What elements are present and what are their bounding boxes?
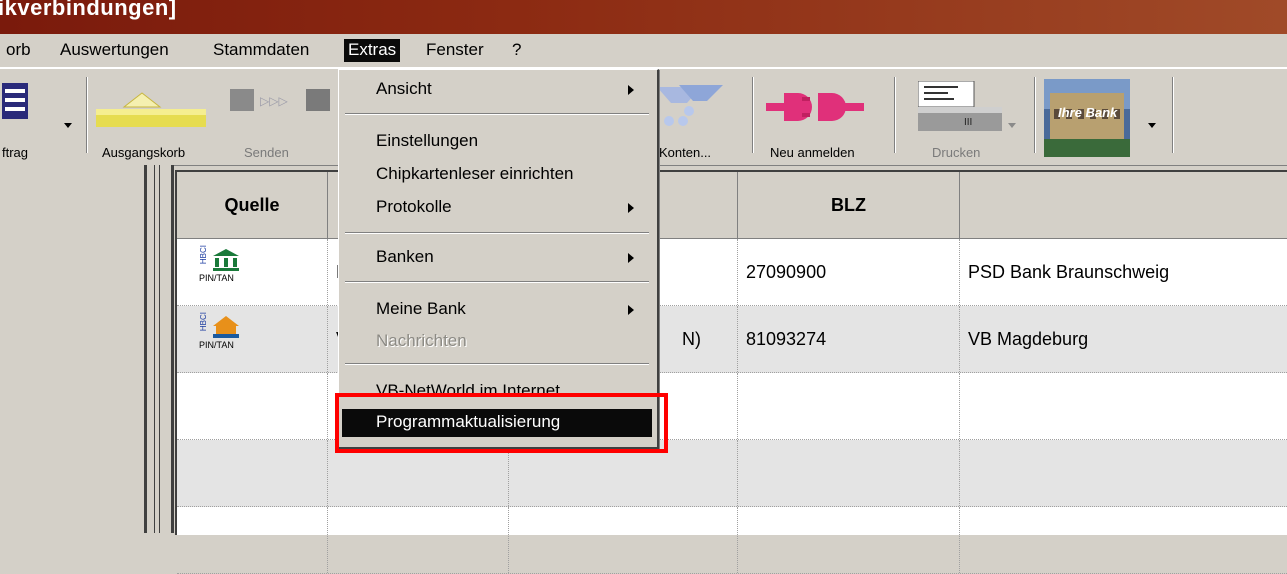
source-cell: HBCI PIN/TAN <box>177 239 328 305</box>
menu-item-nachrichten: Nachrichten <box>342 330 652 354</box>
bank-button[interactable]: Ihre Bank <box>1040 75 1170 159</box>
blz-cell: 81093274 <box>738 306 960 372</box>
bank-name-cell <box>960 440 1287 506</box>
blz-cell: 27090900 <box>738 239 960 305</box>
submenu-arrow-icon <box>628 253 634 263</box>
bank-icon <box>213 249 239 271</box>
menu-item-meine-bank[interactable]: Meine Bank <box>342 298 652 322</box>
menu-item-protokolle[interactable]: Protokolle <box>342 196 652 220</box>
bank-logo-text: Ihre Bank <box>1058 105 1118 120</box>
column-header-bank[interactable] <box>960 172 1287 238</box>
hbci-label: HBCI <box>199 312 208 332</box>
left-pane <box>0 165 148 533</box>
svg-text:III: III <box>964 117 972 128</box>
toolbar-separator <box>1172 77 1174 153</box>
printer-icon: III <box>918 81 1002 131</box>
blz-cell <box>738 440 960 506</box>
menu-separator <box>345 232 649 234</box>
pintan-label: PIN/TAN <box>199 273 234 283</box>
menu-help[interactable]: ? <box>508 39 525 62</box>
ausgangskorb-button[interactable]: Ausgangskorb <box>96 75 208 160</box>
auftrag-label: ftrag <box>2 145 29 160</box>
menu-item-label: Chipkartenleser einrichten <box>376 164 574 183</box>
svg-text:▷▷▷: ▷▷▷ <box>260 94 288 108</box>
menu-item-label: Nachrichten <box>376 331 467 350</box>
chevron-down-icon[interactable] <box>64 123 72 128</box>
menu-item-einstellungen[interactable]: Einstellungen <box>342 130 652 154</box>
source-cell <box>177 440 328 506</box>
toolbar-separator <box>86 77 88 153</box>
list-icon <box>2 83 28 119</box>
accounts-icon <box>657 85 723 126</box>
chevron-down-icon[interactable] <box>1008 123 1016 128</box>
drucken-label: Drucken <box>932 145 981 160</box>
submenu-arrow-icon <box>628 203 634 213</box>
menu-item-label: Protokolle <box>376 197 452 216</box>
send-icon: ▷▷▷ <box>230 89 330 111</box>
submenu-arrow-icon <box>628 305 634 315</box>
menu-auswertungen[interactable]: Auswertungen <box>56 39 173 62</box>
konten-label: Konten... <box>659 145 712 160</box>
menu-item-banken[interactable]: Banken <box>342 246 652 270</box>
source-cell <box>177 373 328 439</box>
blz-cell <box>738 373 960 439</box>
neu-anmelden-label: Neu anmelden <box>770 145 855 160</box>
column-header-quelle[interactable]: Quelle <box>177 172 328 238</box>
drucken-button[interactable]: III Drucken <box>906 75 1030 160</box>
menu-separator <box>345 363 649 365</box>
table-row[interactable] <box>177 507 1287 574</box>
column-header-blz[interactable]: BLZ <box>738 172 960 238</box>
toolbar-separator <box>894 77 896 153</box>
menu-item-label: Banken <box>376 247 434 266</box>
senden-button[interactable]: ▷▷▷ Senden <box>214 75 334 160</box>
outbox-icon <box>96 92 206 127</box>
chevron-down-icon[interactable] <box>1148 123 1156 128</box>
auftrag-button[interactable]: ftrag <box>0 75 80 160</box>
konten-button[interactable]: Konten... <box>657 75 749 160</box>
menu-extras[interactable]: Extras <box>344 39 401 62</box>
source-cell: HBCI PIN/TAN <box>177 306 328 372</box>
menu-item-label: Einstellungen <box>376 131 479 150</box>
menu-separator <box>345 281 649 283</box>
bank-name-cell <box>960 507 1287 573</box>
bank-name-cell <box>960 373 1287 439</box>
menu-korb[interactable]: orb <box>2 39 35 62</box>
blz-cell <box>738 507 960 573</box>
pintan-label: PIN/TAN <box>199 340 234 350</box>
senden-label: Senden <box>244 145 289 160</box>
window-title: ikverbindungen] <box>0 0 177 20</box>
bank-name-cell: PSD Bank Braunschweig <box>968 261 1170 282</box>
account-cell <box>509 507 738 573</box>
neu-anmelden-button[interactable]: Neu anmelden <box>760 75 880 160</box>
menu-item-label: Ansicht <box>376 79 432 98</box>
menu-item-ansicht[interactable]: Ansicht <box>342 78 652 102</box>
menu-bar: orb Auswertungen Stammdaten Extras Fenst… <box>0 34 1287 68</box>
toolbar-separator <box>1034 77 1036 153</box>
toolbar-separator <box>752 77 754 153</box>
house-icon <box>213 316 239 338</box>
menu-item-chipkartenleser[interactable]: Chipkartenleser einrichten <box>342 163 652 187</box>
extras-dropdown-menu: Ansicht Einstellungen Chipkartenleser ei… <box>338 69 659 449</box>
menu-fenster[interactable]: Fenster <box>422 39 488 62</box>
pane-splitter[interactable] <box>144 165 174 533</box>
menu-separator <box>345 113 649 115</box>
hbci-label: HBCI <box>199 245 208 265</box>
name-cell <box>328 507 509 573</box>
bank-name-cell: VB Magdeburg <box>968 328 1089 349</box>
menu-stammdaten[interactable]: Stammdaten <box>209 39 313 62</box>
submenu-arrow-icon <box>628 85 634 95</box>
menu-item-label: Meine Bank <box>376 299 466 318</box>
plug-icon <box>766 93 864 121</box>
red-highlight-annotation <box>335 393 668 453</box>
title-bar: ikverbindungen] <box>0 0 1287 34</box>
source-cell <box>177 507 328 573</box>
ausgangskorb-label: Ausgangskorb <box>102 145 186 160</box>
